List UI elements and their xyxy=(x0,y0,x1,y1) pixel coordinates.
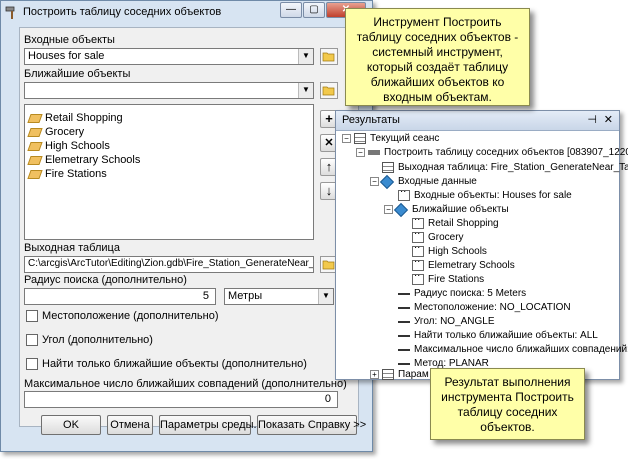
tree-node-near-item[interactable]: Grocery xyxy=(412,229,464,243)
near-features-combo[interactable]: ▼ xyxy=(24,82,314,99)
expand-icon[interactable]: + xyxy=(370,370,379,379)
tree-node-output[interactable]: Выходная таблица: Fire_Station_GenerateN… xyxy=(382,162,628,173)
tree-node-session[interactable]: − Текущий сеанс xyxy=(342,133,439,144)
feature-class-icon xyxy=(27,141,43,151)
parameter-line-icon xyxy=(398,334,410,337)
inputs-icon xyxy=(379,174,395,189)
parameter-icon xyxy=(412,257,424,271)
near-features-label: Ближайшие объекты xyxy=(24,68,131,80)
folder-open-icon[interactable] xyxy=(320,82,338,99)
callout-bottom: Результат выполнения инструмента Построи… xyxy=(430,368,585,440)
feature-class-icon xyxy=(27,113,43,123)
search-radius-input[interactable]: 5 xyxy=(24,288,216,305)
tree-node-near-item[interactable]: Fire Stations xyxy=(412,271,484,285)
tree-node-near-item[interactable]: Retail Shopping xyxy=(412,215,499,229)
hammer-icon xyxy=(368,150,380,155)
input-features-combo[interactable]: Houses for sale ▼ xyxy=(24,48,314,65)
parameter-icon xyxy=(412,215,424,229)
parameter-line-icon xyxy=(398,292,410,295)
parameter-line-icon xyxy=(398,362,410,365)
parameter-group-icon xyxy=(393,202,409,217)
tree-node-param[interactable]: Местоположение: NO_LOCATION xyxy=(398,302,571,313)
near-features-list[interactable]: Retail Shopping Grocery High Schools Ele… xyxy=(24,104,314,240)
max-matches-label: Максимальное число ближайших совпадений … xyxy=(24,378,347,390)
environment-icon xyxy=(382,369,394,380)
table-icon xyxy=(382,162,394,173)
results-header: Результаты ⊣ ✕ xyxy=(336,111,619,131)
angle-label: Угол (дополнительно) xyxy=(42,334,153,346)
chevron-down-icon[interactable]: ▼ xyxy=(318,289,333,304)
callout-top: Инструмент Построить таблицу соседних об… xyxy=(345,8,530,106)
list-item[interactable]: Fire Stations xyxy=(27,167,313,181)
tree-node-param[interactable]: Радиус поиска: 5 Meters xyxy=(398,288,526,299)
location-checkbox[interactable] xyxy=(26,310,38,322)
list-item[interactable]: High Schools xyxy=(27,139,313,153)
collapse-icon[interactable]: − xyxy=(384,205,393,214)
feature-class-icon xyxy=(27,127,43,137)
dialog-title: Построить таблицу соседних объектов xyxy=(23,6,222,18)
closest-label: Найти только ближайшие объекты (дополнит… xyxy=(42,358,307,370)
folder-open-icon[interactable] xyxy=(320,48,338,65)
show-help-button[interactable]: Показать Справку >> xyxy=(257,415,366,435)
environments-button[interactable]: Параметры среды... xyxy=(159,415,263,435)
max-matches-input[interactable]: 0 xyxy=(24,391,338,408)
hammer-icon xyxy=(5,6,15,19)
tree-node-param[interactable]: Найти только ближайшие объекты: ALL xyxy=(398,330,598,341)
parameter-icon xyxy=(398,187,410,201)
tree-node-input-features[interactable]: Входные объекты: Houses for sale xyxy=(398,187,572,201)
location-label: Местоположение (дополнительно) xyxy=(42,310,219,322)
list-item[interactable]: Retail Shopping xyxy=(27,111,313,125)
pin-icon[interactable]: ⊣ xyxy=(587,113,597,126)
tree-node-param[interactable]: Угол: NO_ANGLE xyxy=(398,316,495,327)
chevron-down-icon[interactable]: ▼ xyxy=(298,83,313,98)
parameter-icon xyxy=(412,271,424,285)
input-features-label: Входные объекты xyxy=(24,34,115,46)
parameter-icon xyxy=(412,243,424,257)
tool-dialog: Построить таблицу соседних объектов — ▢ … xyxy=(0,0,373,452)
parameter-icon xyxy=(412,229,424,243)
dialog-client: Входные объекты Houses for sale ▼ Ближай… xyxy=(19,27,359,427)
input-features-value: Houses for sale xyxy=(28,50,105,62)
list-item[interactable]: Grocery xyxy=(27,125,313,139)
parameter-line-icon xyxy=(398,306,410,309)
minimize-button[interactable]: — xyxy=(280,2,302,18)
collapse-icon[interactable]: − xyxy=(342,134,351,143)
output-table-label: Выходная таблица xyxy=(24,242,120,254)
tree-node-param[interactable]: Максимальное число ближайших совпадений: xyxy=(398,344,628,355)
feature-class-icon xyxy=(27,169,43,179)
results-window: Результаты ⊣ ✕ − Текущий сеанс − Построить… xyxy=(335,110,628,380)
tree-node-near-item[interactable]: High Schools xyxy=(412,243,487,257)
feature-class-icon xyxy=(27,155,43,165)
parameter-line-icon xyxy=(398,320,410,323)
search-radius-unit-select[interactable]: Метры ▼ xyxy=(224,288,334,305)
tree-node-near-item[interactable]: Elemetrary Schools xyxy=(412,257,515,271)
cancel-button[interactable]: Отмена xyxy=(107,415,153,435)
output-table-input[interactable]: C:\arcgis\ArcTutor\Editing\Zion.gdb\Fire… xyxy=(24,256,314,273)
list-item[interactable]: Elemetrary Schools xyxy=(27,153,313,167)
close-icon[interactable]: ✕ xyxy=(604,113,613,126)
chevron-down-icon[interactable]: ▼ xyxy=(298,49,313,64)
ok-button[interactable]: OK xyxy=(41,415,101,435)
session-icon xyxy=(354,133,366,144)
tree-node-environments[interactable]: + Парам xyxy=(370,369,429,380)
maximize-button[interactable]: ▢ xyxy=(303,2,325,18)
search-radius-label: Радиус поиска (дополнительно) xyxy=(24,274,187,286)
results-title: Результаты xyxy=(342,114,400,126)
tree-node-near-features[interactable]: − Ближайшие объекты xyxy=(384,202,509,217)
tree-node-inputs[interactable]: − Входные данные xyxy=(370,174,477,189)
angle-checkbox[interactable] xyxy=(26,334,38,346)
tree-node-tool[interactable]: − Построить таблицу соседних объектов [08… xyxy=(356,147,628,158)
collapse-icon[interactable]: − xyxy=(370,177,379,186)
closest-checkbox[interactable] xyxy=(26,358,38,370)
collapse-icon[interactable]: − xyxy=(356,148,365,157)
parameter-line-icon xyxy=(398,348,410,351)
